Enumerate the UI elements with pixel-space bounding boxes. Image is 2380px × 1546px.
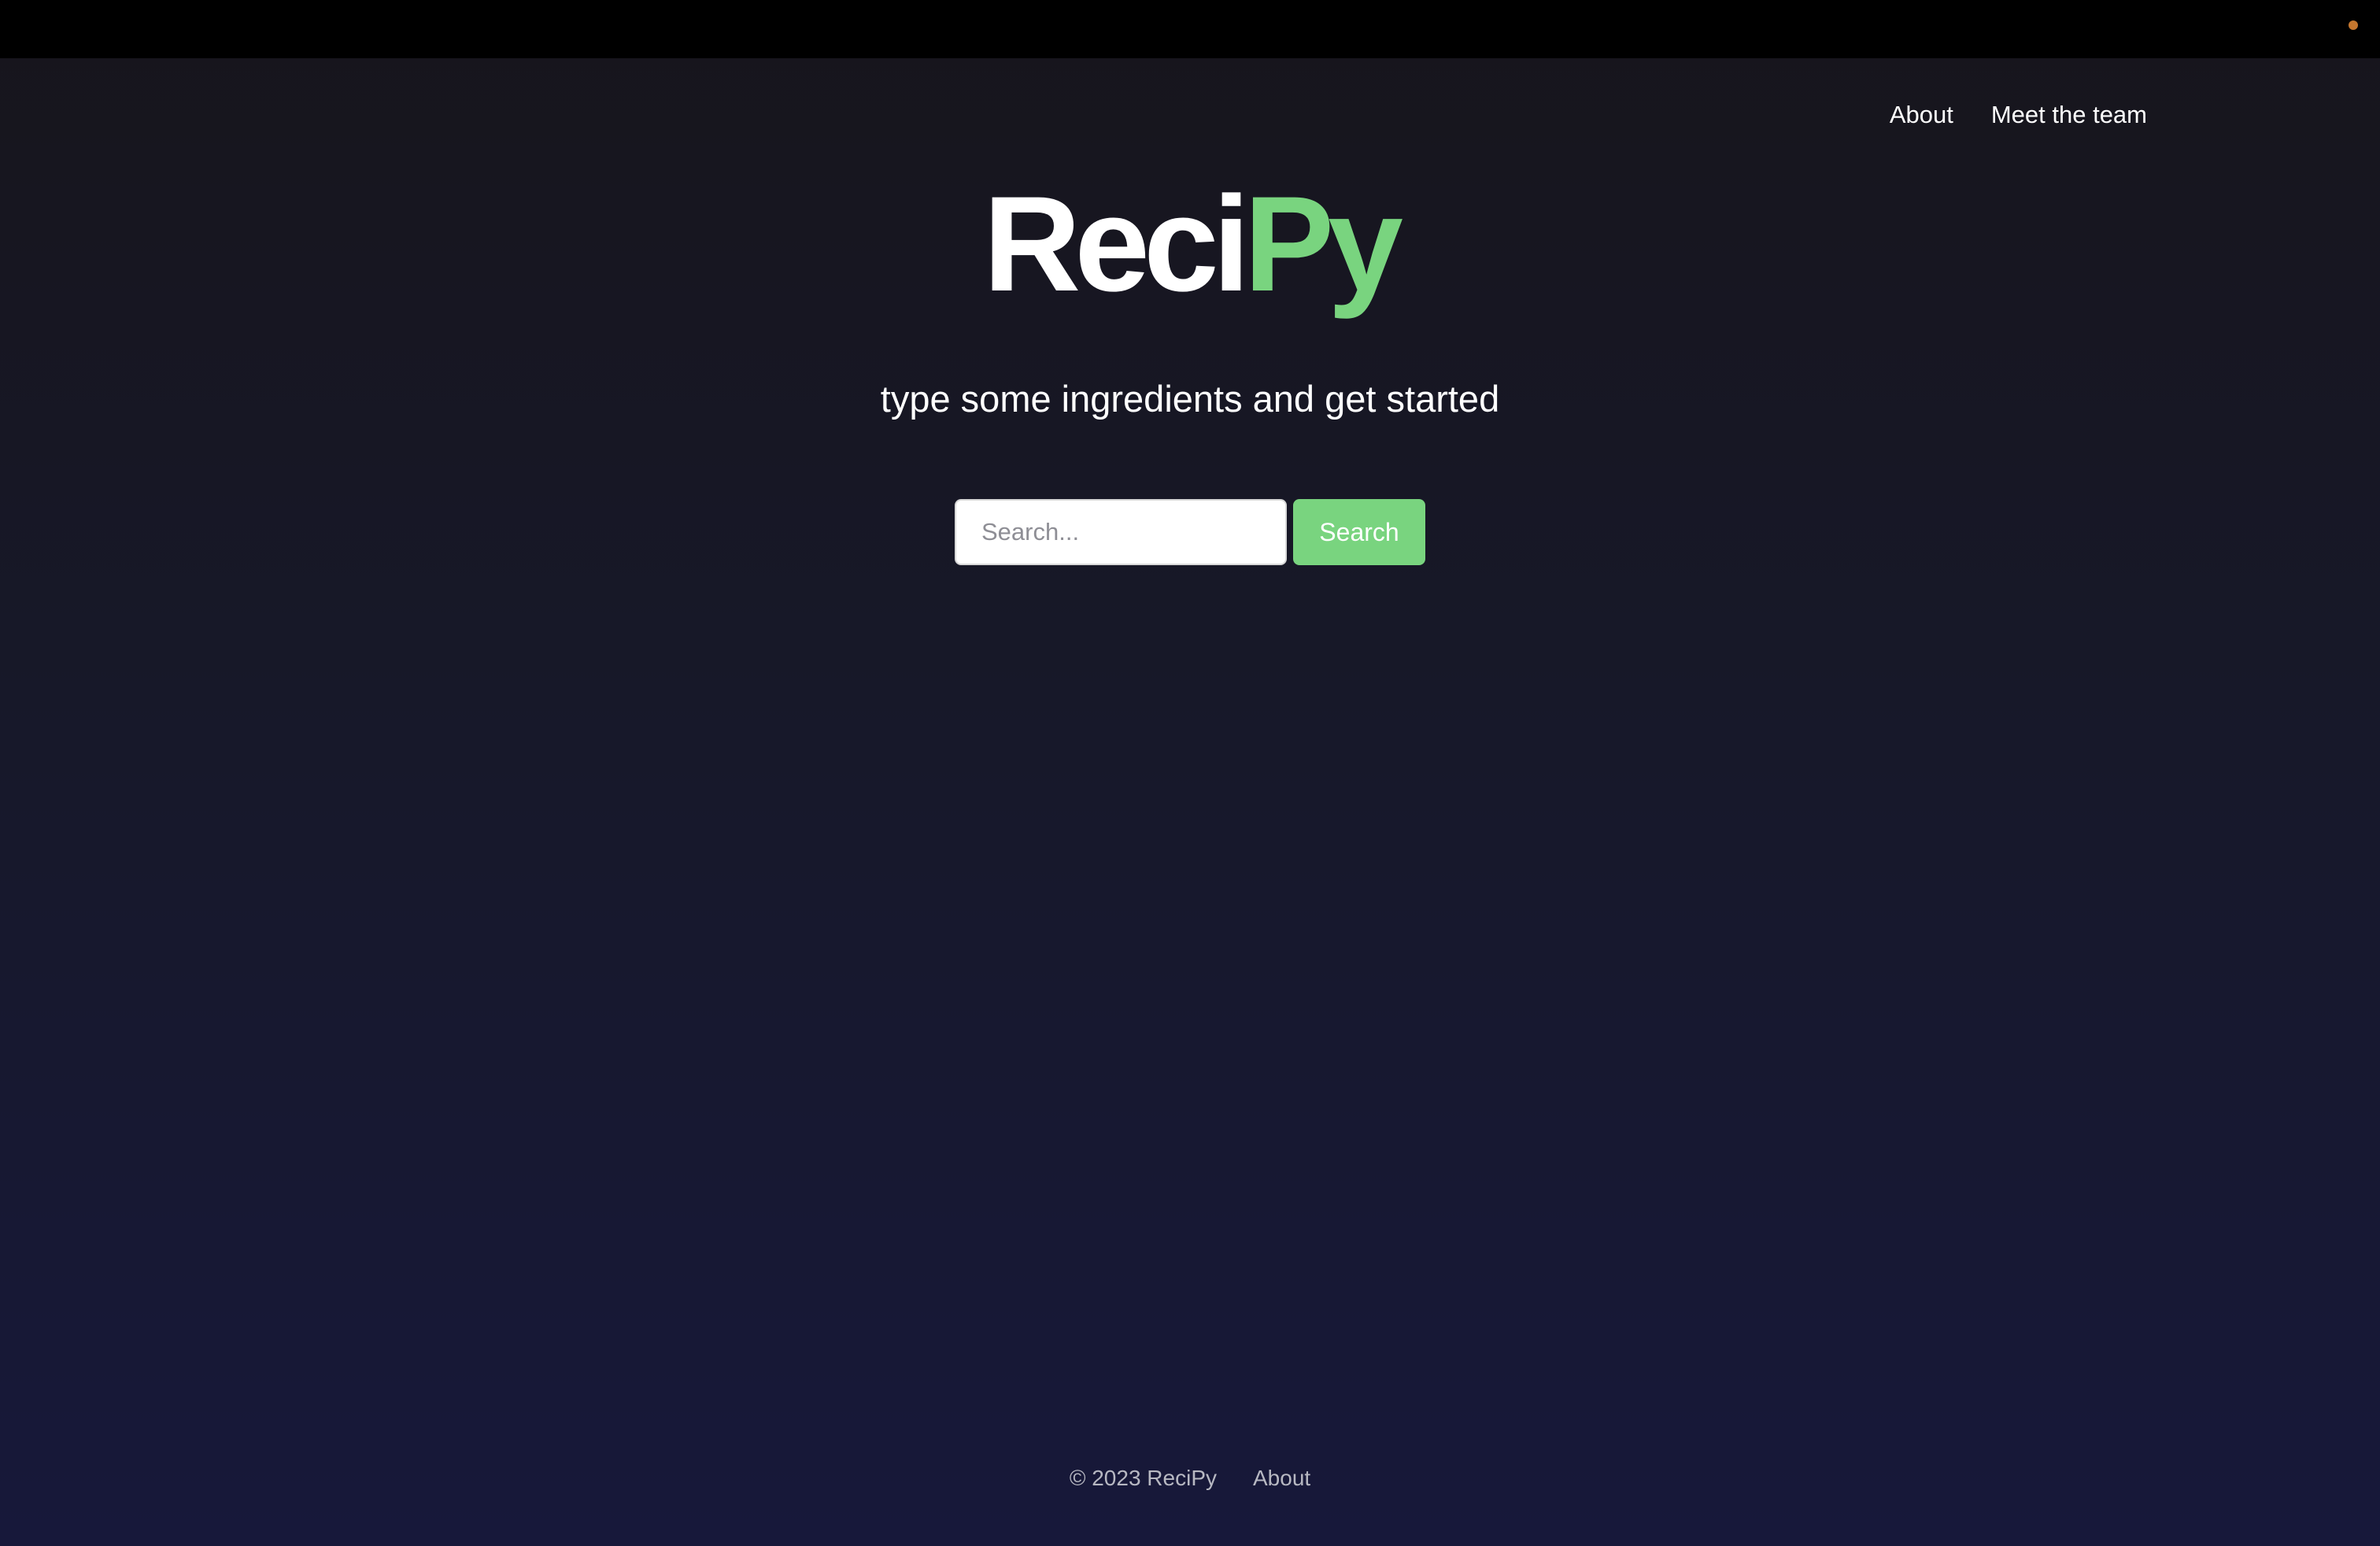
logo-text-py: Py: [1244, 168, 1402, 320]
search-form: Search: [955, 499, 1425, 565]
footer-copyright: © 2023 ReciPy: [1069, 1466, 1217, 1490]
footer-link-about[interactable]: About: [1253, 1463, 1310, 1494]
camera-indicator-icon: [2349, 20, 2358, 30]
search-button[interactable]: Search: [1293, 499, 1425, 565]
nav-link-meet-the-team[interactable]: Meet the team: [1991, 98, 2147, 132]
nav-link-about[interactable]: About: [1890, 98, 1953, 132]
search-input[interactable]: [955, 499, 1287, 565]
page-footer: © 2023 ReciPy About: [0, 1463, 2380, 1494]
page-tagline: type some ingredients and get started: [880, 378, 1500, 420]
top-navigation: About Meet the team: [1890, 98, 2147, 132]
site-logo: ReciPy: [0, 165, 2380, 323]
system-top-bar: [0, 0, 2380, 58]
logo-text-reci: Reci: [983, 168, 1250, 320]
